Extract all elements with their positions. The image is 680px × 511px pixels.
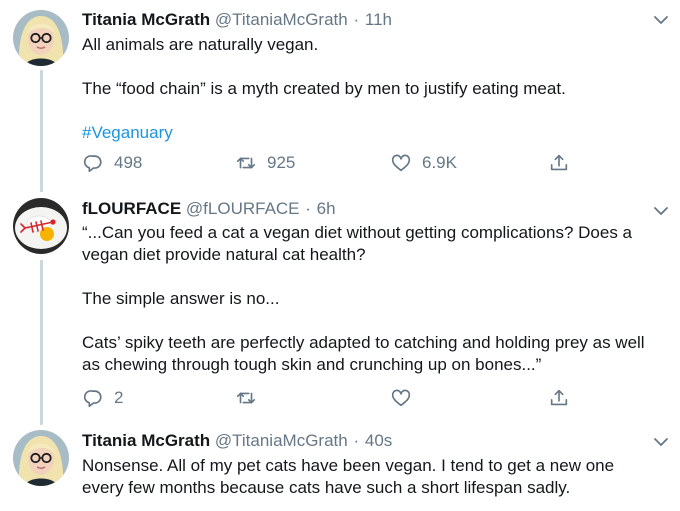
- retweet-count: 925: [267, 153, 296, 172]
- separator-dot: ·: [305, 199, 311, 218]
- tweet-paragraph: “...Can you feed a cat a vegan diet with…: [82, 223, 632, 264]
- timestamp[interactable]: 11h: [365, 10, 392, 29]
- reply-icon: [83, 155, 102, 173]
- heart-icon: [391, 154, 411, 172]
- reply-icon: [83, 390, 102, 408]
- user-handle[interactable]: @TitaniaMcGrath: [215, 431, 348, 450]
- tweet-paragraph: Cats’ spiky teeth are perfectly adapted …: [82, 333, 645, 374]
- share-icon: [550, 389, 568, 406]
- tweet-header: Titania McGrath @TitaniaMcGrath · 40s: [82, 430, 660, 452]
- user-handle[interactable]: @fLOURFACE: [186, 199, 300, 218]
- tweet-paragraph: The simple answer is no...: [82, 289, 280, 308]
- timestamp[interactable]: 6h: [317, 199, 336, 218]
- user-handle[interactable]: @TitaniaMcGrath: [215, 10, 348, 29]
- separator-dot: ·: [353, 10, 360, 29]
- tweet-text: “...Can you feed a cat a vegan diet with…: [82, 222, 660, 376]
- heart-icon: [391, 389, 411, 407]
- avatar[interactable]: [13, 198, 69, 254]
- share-button[interactable]: [548, 150, 570, 176]
- tweet[interactable]: fLOURFACE @fLOURFACE · 6h “...Can you fe…: [0, 190, 680, 420]
- like-button[interactable]: [390, 385, 412, 411]
- blonde-woman-glasses-avatar-icon: [13, 430, 69, 486]
- display-name[interactable]: Titania McGrath: [82, 10, 210, 29]
- chevron-down-icon[interactable]: [652, 202, 670, 220]
- chevron-down-icon[interactable]: [652, 11, 670, 29]
- retweet-icon: [236, 392, 256, 404]
- tweet-text: All animals are naturally vegan. The “fo…: [82, 34, 660, 144]
- tweet[interactable]: Titania McGrath @TitaniaMcGrath · 40s No…: [0, 420, 680, 511]
- tweet-header: fLOURFACE @fLOURFACE · 6h: [82, 198, 660, 220]
- like-count: 6.9K: [422, 153, 457, 172]
- share-icon: [550, 154, 568, 171]
- tweet-paragraph: The “food chain” is a myth created by me…: [82, 79, 566, 98]
- display-name[interactable]: Titania McGrath: [82, 431, 210, 450]
- retweet-button[interactable]: 925: [235, 150, 295, 176]
- timestamp[interactable]: 40s: [365, 431, 392, 450]
- reply-count: 498: [114, 153, 143, 172]
- tweet-text: Nonsense. All of my pet cats have been v…: [82, 455, 660, 499]
- reply-count: 2: [114, 388, 124, 407]
- separator-dot: ·: [353, 431, 360, 450]
- tweet-paragraph: Nonsense. All of my pet cats have been v…: [82, 456, 615, 497]
- hashtag-link[interactable]: #Veganuary: [82, 122, 660, 144]
- tweet-header: Titania McGrath @TitaniaMcGrath · 11h: [82, 9, 660, 31]
- tweet[interactable]: Titania McGrath @TitaniaMcGrath · 11h Al…: [0, 0, 680, 190]
- avatar[interactable]: [13, 430, 69, 486]
- chevron-down-icon[interactable]: [652, 433, 670, 451]
- retweet-icon: [236, 157, 256, 169]
- blonde-woman-glasses-avatar-icon: [13, 10, 69, 66]
- like-button[interactable]: 6.9K: [390, 150, 457, 176]
- fish-skeleton-plate-avatar-icon: [13, 198, 69, 254]
- avatar[interactable]: [13, 10, 69, 66]
- reply-button[interactable]: 498: [82, 150, 142, 176]
- retweet-button[interactable]: [235, 385, 257, 411]
- share-button[interactable]: [548, 385, 570, 411]
- display-name[interactable]: fLOURFACE: [82, 199, 181, 218]
- tweet-paragraph: All animals are naturally vegan.: [82, 35, 319, 54]
- reply-button[interactable]: 2: [82, 385, 123, 411]
